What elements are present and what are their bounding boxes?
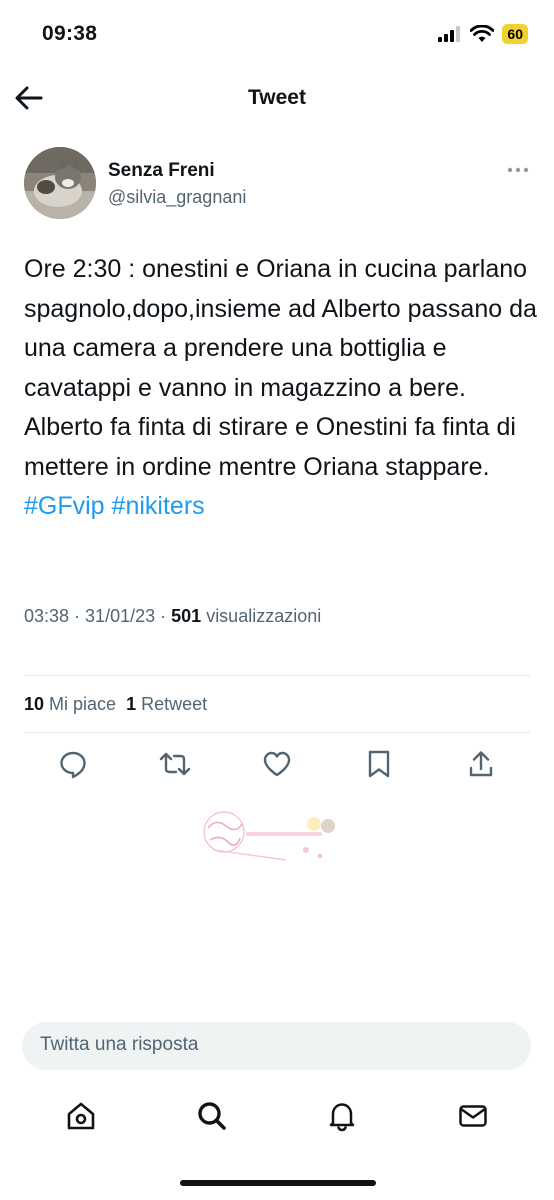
retweets-stat[interactable]: 1 Retweet <box>126 694 207 714</box>
search-icon <box>198 1102 226 1130</box>
action-bar <box>24 744 530 784</box>
watermark-icon <box>203 811 335 861</box>
reply-icon <box>60 751 86 779</box>
reply-input[interactable]: Twitta una risposta <box>22 1022 531 1070</box>
divider <box>24 675 530 676</box>
status-time: 09:38 <box>42 22 98 45</box>
tab-bar <box>0 1094 554 1138</box>
share-button[interactable] <box>460 744 502 784</box>
more-button[interactable] <box>506 162 530 178</box>
battery-icon: 60 <box>502 24 528 44</box>
retweet-icon <box>159 752 191 776</box>
likes-label: Mi piace <box>49 694 117 714</box>
divider <box>24 732 530 733</box>
avatar[interactable] <box>24 147 96 219</box>
hashtag-gfvip[interactable]: #GFvip <box>24 492 105 520</box>
retweets-label: Retweet <box>141 694 208 714</box>
retweet-button[interactable] <box>154 744 196 784</box>
tweet-stats: 10 Mi piace 1 Retweet <box>24 694 207 715</box>
tweet-date: 31/01/23 <box>85 606 156 626</box>
tab-notifications[interactable] <box>318 1094 366 1138</box>
bookmark-button[interactable] <box>358 744 400 784</box>
like-icon <box>263 751 291 777</box>
home-indicator <box>180 1180 376 1186</box>
tweet-text: Ore 2:30 : onestini e Oriana in cucina p… <box>24 250 538 527</box>
page-title: Tweet <box>248 86 306 109</box>
avatar-image <box>24 147 96 219</box>
likes-stat[interactable]: 10 Mi piace <box>24 694 116 714</box>
more-icon <box>507 167 529 173</box>
signal-icon <box>438 26 461 42</box>
bookmark-icon <box>368 750 390 778</box>
hashtag-nikiters[interactable]: #nikiters <box>112 492 205 520</box>
watermark-logo <box>196 806 346 868</box>
notifications-icon <box>330 1103 355 1132</box>
status-icons: 60 <box>438 24 528 44</box>
tab-messages[interactable] <box>449 1094 497 1138</box>
home-icon <box>67 1102 95 1130</box>
wifi-icon <box>470 25 495 42</box>
tweet-body: Ore 2:30 : onestini e Oriana in cucina p… <box>24 255 537 481</box>
retweets-count: 1 <box>126 694 137 714</box>
messages-icon <box>459 1105 487 1127</box>
views-count: 501 <box>171 606 202 626</box>
author-handle[interactable]: @silvia_gragnani <box>108 187 246 208</box>
tweet-meta: 03:38 · 31/01/23 · 501 visualizzazioni <box>24 606 322 626</box>
share-icon <box>469 751 493 777</box>
author-name[interactable]: Senza Freni <box>108 160 215 182</box>
likes-count: 10 <box>24 694 45 714</box>
tab-search[interactable] <box>188 1094 236 1138</box>
views-label: visualizzazioni <box>206 606 322 626</box>
tab-home[interactable] <box>57 1094 105 1138</box>
reply-button[interactable] <box>52 744 94 784</box>
like-button[interactable] <box>256 744 298 784</box>
tweet-time: 03:38 <box>24 606 70 626</box>
